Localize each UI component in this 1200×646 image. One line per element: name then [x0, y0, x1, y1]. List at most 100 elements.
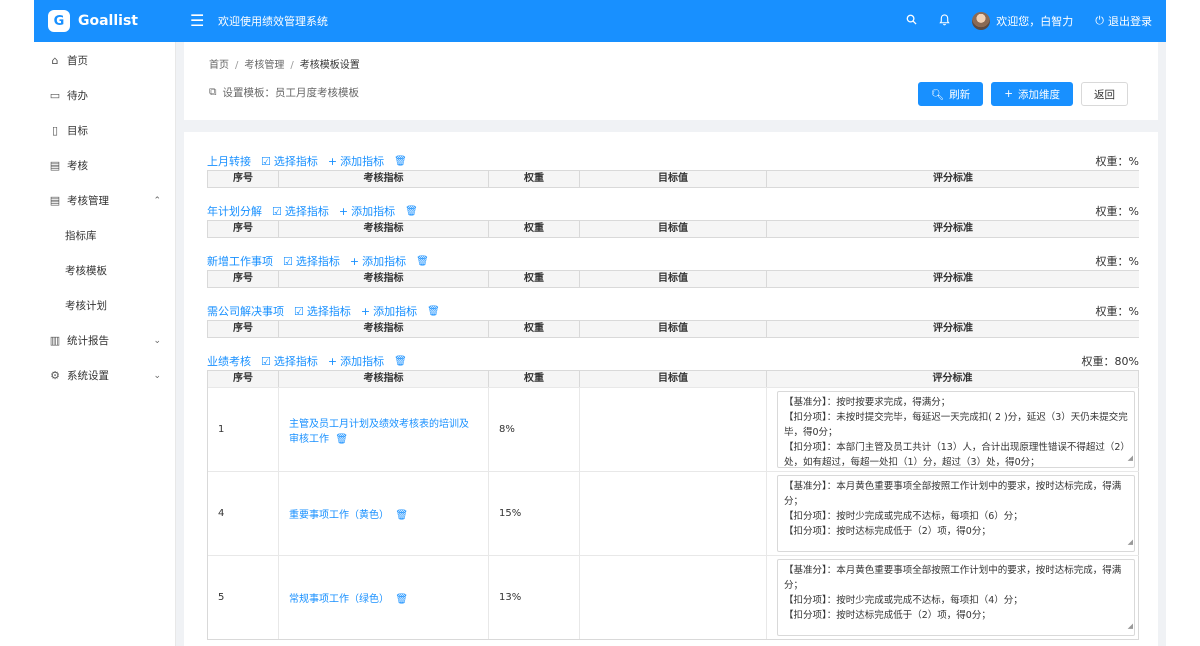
add-indicator-button[interactable]: + 添加指标: [328, 153, 384, 169]
indicator-cell[interactable]: 主管及员工月计划及绩效考核表的培训及审核工作 🗑︎: [279, 387, 489, 471]
target-cell[interactable]: [580, 471, 767, 555]
back-button[interactable]: 返回: [1081, 82, 1128, 106]
breadcrumb: 首页 / 考核管理 / 考核模板设置: [209, 56, 360, 71]
chevron-up-icon: ⌃: [153, 195, 161, 206]
target-cell[interactable]: [580, 555, 767, 639]
refresh-button[interactable]: 🔍︎ 刷新: [917, 82, 984, 106]
table-header-cell: 考核指标: [279, 371, 489, 387]
trash-icon[interactable]: 🗑︎: [395, 594, 408, 605]
menu-toggle-icon[interactable]: ☰: [190, 13, 206, 29]
trash-icon[interactable]: 🗑︎: [395, 510, 408, 521]
select-indicator-button[interactable]: ☑ 选择指标: [272, 203, 329, 219]
sidebar-item-label: 统计报告: [67, 335, 109, 347]
add-indicator-label: 添加指标: [373, 305, 418, 318]
table-header-cell: 目标值: [580, 321, 767, 337]
weight-cell: 8%: [489, 387, 580, 471]
document-icon: ▯: [51, 124, 59, 137]
trash-icon[interactable]: 🗑︎: [394, 356, 407, 367]
back-label: 返回: [1094, 88, 1115, 101]
add-indicator-button[interactable]: + 添加指标: [328, 353, 384, 369]
select-indicator-button[interactable]: ☑ 选择指标: [261, 353, 318, 369]
plus-icon: +: [338, 204, 349, 218]
sidebar-item-assessment-plan[interactable]: 考核计划: [34, 288, 175, 323]
select-indicator-label: 选择指标: [306, 305, 351, 318]
resize-handle-icon[interactable]: ◢: [1128, 451, 1133, 466]
dimension-title: 业绩考核: [207, 355, 251, 368]
sidebar-item-goals[interactable]: ▯ 目标: [34, 113, 175, 148]
add-indicator-button[interactable]: + 添加指标: [339, 203, 395, 219]
dimension-weight: 权重：%: [1095, 255, 1139, 268]
add-dimension-label: 添加维度: [1018, 88, 1060, 101]
select-indicator-button[interactable]: ☑ 选择指标: [294, 303, 351, 319]
breadcrumb-home[interactable]: 首页: [209, 60, 229, 71]
weight-cell: 15%: [489, 471, 580, 555]
dimension-weight: 权重：%: [1095, 155, 1139, 168]
plus-icon: +: [327, 154, 338, 168]
weight-cell: 13%: [489, 555, 580, 639]
table-header-cell: 目标值: [580, 221, 767, 237]
search-icon[interactable]: [906, 14, 917, 28]
dimension-title: 上月转接: [207, 155, 251, 168]
indicator-cell[interactable]: 重要事项工作（黄色） 🗑︎: [279, 471, 489, 555]
dimension-section: 新增工作事项 ☑ 选择指标 + 添加指标 🗑︎ 权重：% 序号 考核指标 权重 目标值 评分标准: [207, 252, 1139, 288]
trash-icon[interactable]: 🗑︎: [405, 206, 418, 217]
scoring-standard-cell: 【基准分】：按时按要求完成，得满分； 【扣分项】：未按时提交完毕，每延迟一天完成扣…: [767, 387, 1139, 471]
resize-handle-icon[interactable]: ◢: [1128, 619, 1133, 634]
bell-icon[interactable]: [939, 13, 950, 29]
sidebar-item-statistics[interactable]: ▥ 统计报告 ⌄: [34, 323, 175, 358]
select-indicator-button[interactable]: ☑ 选择指标: [283, 253, 340, 269]
indicator-name[interactable]: 主管及员工月计划及绩效考核表的培训及审核工作: [289, 419, 469, 445]
indicator-name[interactable]: 重要事项工作（黄色）: [289, 510, 389, 521]
dimension-title: 新增工作事项: [207, 255, 273, 268]
sidebar-item-todo[interactable]: ▭ 待办: [34, 78, 175, 113]
scoring-standard-textarea[interactable]: 【基准分】：本月黄色重要事项全部按照工作计划中的要求，按时达标完成，得满分； 【扣…: [777, 559, 1135, 636]
add-dimension-button[interactable]: + 添加维度: [991, 82, 1073, 106]
sidebar-item-assessment[interactable]: ▤ 考核: [34, 148, 175, 183]
target-cell[interactable]: [580, 387, 767, 471]
breadcrumb-mgmt[interactable]: 考核管理: [244, 60, 284, 71]
template-label: 设置模板：员工月度考核模板: [222, 87, 360, 99]
indicator-cell[interactable]: 常规事项工作（绿色） 🗑︎: [279, 555, 489, 639]
scoring-standard-cell: 【基准分】：本月黄色重要事项全部按照工作计划中的要求，按时达标完成，得满分； 【扣…: [767, 555, 1139, 639]
row-number: 4: [208, 471, 279, 555]
trash-icon[interactable]: 🗑︎: [394, 156, 407, 167]
scoring-standard-textarea[interactable]: 【基准分】：按时按要求完成，得满分； 【扣分项】：未按时提交完毕，每延迟一天完成扣…: [777, 391, 1135, 468]
resize-handle-icon[interactable]: ◢: [1128, 535, 1133, 550]
sidebar-item-home[interactable]: ⌂ 首页: [34, 43, 175, 78]
scoring-standard-textarea[interactable]: 【基准分】：本月黄色重要事项全部按照工作计划中的要求，按时达标完成，得满分； 【扣…: [777, 475, 1135, 552]
add-indicator-label: 添加指标: [340, 355, 385, 368]
trash-icon[interactable]: 🗑︎: [416, 256, 429, 267]
trash-icon[interactable]: 🗑︎: [335, 434, 348, 445]
logo-icon: G: [48, 10, 70, 32]
app-logo[interactable]: G Goallist: [34, 10, 176, 32]
sidebar-item-settings[interactable]: ⚙ 系统设置 ⌄: [34, 358, 175, 393]
dimension-section: 需公司解决事项 ☑ 选择指标 + 添加指标 🗑︎ 权重：% 序号 考核指标 权重 目标值 评分标准: [207, 302, 1139, 338]
table-header-cell: 序号: [208, 321, 279, 337]
checklist-icon: ☑: [261, 354, 271, 368]
logout-button[interactable]: ⏻ 退出登录: [1095, 13, 1152, 29]
page-header: 首页 / 考核管理 / 考核模板设置 ⧉ 设置模板：员工月度考核模板 🔍︎ 刷新 + 添加维…: [184, 42, 1158, 120]
table-header-cell: 权重: [489, 171, 580, 187]
select-indicator-button[interactable]: ☑ 选择指标: [261, 153, 318, 169]
add-indicator-button[interactable]: + 添加指标: [350, 253, 406, 269]
sidebar-item-label: 考核管理: [67, 195, 109, 207]
table-header-cell: 权重: [489, 321, 580, 337]
trash-icon[interactable]: 🗑︎: [427, 306, 440, 317]
app-name: Goallist: [78, 13, 138, 29]
dimension-weight: 权重：%: [1095, 305, 1139, 318]
user-menu[interactable]: 欢迎您，白智力: [972, 12, 1073, 30]
sidebar-item-assessment-mgmt[interactable]: ▤ 考核管理 ⌃: [34, 183, 175, 218]
user-greeting: 欢迎您，白智力: [996, 15, 1074, 28]
power-icon: ⏻: [1095, 14, 1104, 27]
sidebar-item-indicator-library[interactable]: 指标库: [34, 218, 175, 253]
scoring-line: 【基准分】：本月黄色重要事项全部按照工作计划中的要求，按时达标完成，得满分；: [784, 481, 1122, 507]
checklist-icon: ☑: [283, 254, 293, 268]
sidebar-item-assessment-template[interactable]: 考核模板: [34, 253, 175, 288]
add-indicator-button[interactable]: + 添加指标: [361, 303, 417, 319]
table-header-cell: 考核指标: [279, 221, 489, 237]
breadcrumb-separator: /: [235, 60, 239, 71]
avatar: [972, 12, 991, 30]
indicator-name[interactable]: 常规事项工作（绿色）: [289, 594, 389, 605]
scoring-line: 【扣分项】：按时达标完成低于（2）项，得0分；: [784, 526, 991, 537]
scoring-line: 【基准分】：本月黄色重要事项全部按照工作计划中的要求，按时达标完成，得满分；: [784, 565, 1122, 591]
